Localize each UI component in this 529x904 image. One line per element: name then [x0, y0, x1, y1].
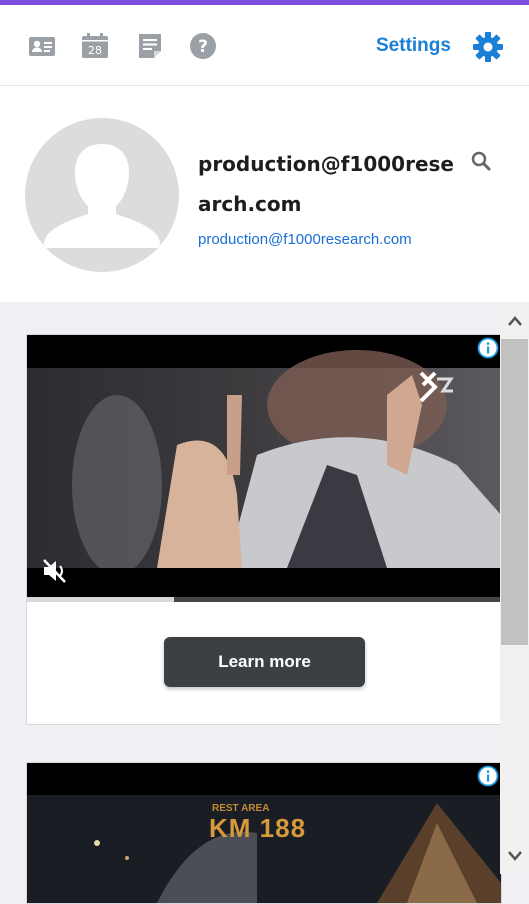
scrollbar-thumb[interactable]: [501, 339, 528, 645]
info-icon[interactable]: [477, 337, 499, 359]
settings-link[interactable]: Settings: [376, 35, 451, 57]
video-ad: Learn more: [26, 334, 502, 725]
profile-card: production@f1000research.com production@…: [0, 86, 529, 302]
toolbar: 28 ? Settings: [0, 5, 529, 86]
ad-feed: Learn more REST AREA KM 188: [0, 303, 529, 904]
contact-card-icon[interactable]: [27, 31, 57, 61]
video-ad-2: REST AREA KM 188: [26, 762, 502, 904]
video-player[interactable]: [27, 335, 501, 602]
calendar-day: 28: [88, 44, 102, 57]
person-silhouette-icon: [25, 118, 179, 272]
gear-icon[interactable]: [472, 31, 504, 63]
km-sign-text: KM 188: [209, 813, 307, 843]
email-link[interactable]: production@f1000research.com: [198, 231, 412, 248]
mute-icon[interactable]: [41, 558, 71, 584]
help-icon[interactable]: ?: [188, 31, 218, 61]
info-icon[interactable]: [477, 765, 499, 787]
chevron-down-icon[interactable]: [500, 838, 529, 874]
calendar-icon[interactable]: 28: [80, 31, 110, 61]
scrollbar[interactable]: [500, 303, 529, 874]
brand-logo: [419, 371, 454, 403]
video-progress-bar[interactable]: [27, 597, 501, 602]
search-icon[interactable]: [470, 150, 492, 172]
avatar: [25, 118, 179, 272]
learn-more-button[interactable]: Learn more: [164, 637, 365, 687]
notes-icon[interactable]: [135, 31, 165, 61]
username-heading: production@f1000research.com: [198, 152, 454, 216]
svg-text:?: ?: [198, 37, 208, 57]
chevron-up-icon[interactable]: [500, 303, 529, 339]
video-progress-fill: [27, 597, 174, 602]
